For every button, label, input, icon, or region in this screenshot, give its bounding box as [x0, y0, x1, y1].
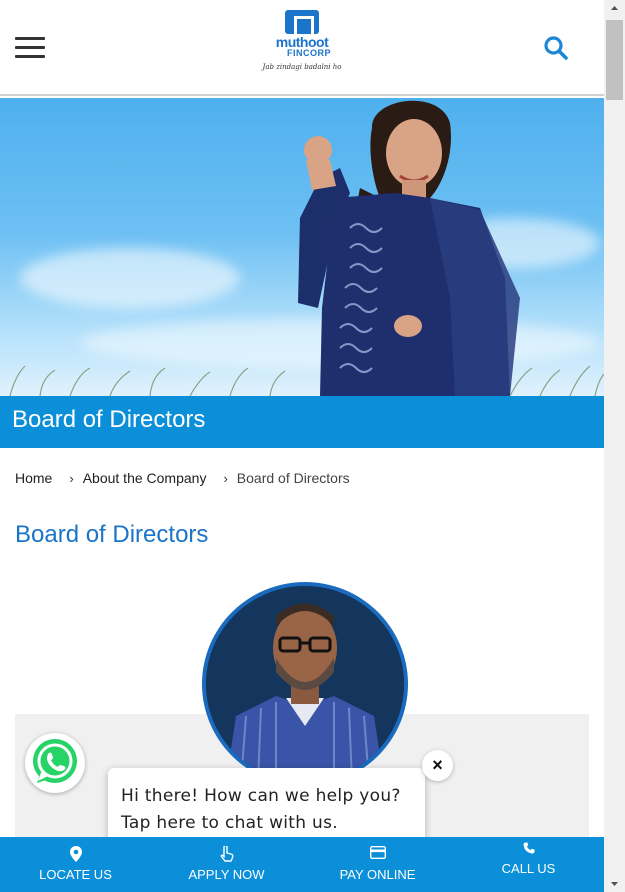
breadcrumb: Home › About the Company › Board of Dire… — [15, 470, 350, 486]
logo-brand-sub: FINCORP — [287, 48, 331, 58]
scroll-up-arrow-icon[interactable] — [604, 0, 625, 17]
menu-button[interactable] — [15, 37, 45, 59]
chat-prompt-text: Hi there! How can we help you? Tap here … — [121, 786, 401, 833]
apply-now-button[interactable]: APPLY NOW — [151, 837, 302, 892]
search-button[interactable] — [543, 35, 569, 61]
search-icon — [544, 36, 568, 60]
close-icon: × — [432, 755, 443, 775]
page-title-banner: Board of Directors — [0, 396, 604, 448]
scroll-down-arrow-icon[interactable] — [604, 875, 625, 892]
chevron-right-icon: › — [69, 470, 74, 486]
hamburger-icon-bar — [15, 37, 45, 40]
hamburger-icon-bar — [15, 55, 45, 58]
logo-tagline: Jab zindagi badalni ho — [262, 63, 342, 71]
hand-pointer-icon — [151, 844, 302, 866]
call-us-label: CALL US — [501, 861, 556, 876]
breadcrumb-about-link[interactable]: About the Company — [83, 470, 207, 486]
call-us-button[interactable]: CALL US — [453, 837, 604, 892]
hero-banner-image — [0, 98, 604, 396]
credit-card-icon — [302, 845, 453, 866]
page: muthoot FINCORP Jab zindagi badalni ho B… — [0, 0, 604, 892]
hamburger-icon-bar — [15, 46, 45, 49]
logo-icon — [285, 10, 319, 37]
scrollbar-thumb[interactable] — [606, 20, 623, 100]
director-portrait — [206, 586, 404, 782]
hero-person-illustration — [298, 100, 520, 396]
locate-us-label: LOCATE US — [39, 867, 112, 882]
page-title: Board of Directors — [12, 406, 206, 433]
whatsapp-chat-button[interactable] — [25, 733, 85, 793]
director-photo[interactable] — [202, 582, 408, 786]
section-title: Board of Directors — [15, 521, 209, 548]
whatsapp-icon — [33, 739, 77, 783]
apply-now-label: APPLY NOW — [188, 867, 265, 882]
pay-online-label: PAY ONLINE — [339, 867, 416, 882]
chevron-right-icon: › — [223, 470, 228, 486]
brand-logo[interactable]: muthoot FINCORP Jab zindagi badalni ho — [262, 8, 342, 76]
hero-grass-decoration — [9, 365, 604, 396]
vertical-scrollbar[interactable] — [604, 0, 625, 892]
chat-close-button[interactable]: × — [422, 750, 453, 781]
chat-prompt-bubble[interactable]: Hi there! How can we help you? Tap here … — [108, 768, 425, 848]
phone-icon — [453, 841, 604, 861]
locate-us-button[interactable]: LOCATE US — [0, 837, 151, 892]
site-header: muthoot FINCORP Jab zindagi badalni ho — [0, 0, 604, 96]
pay-online-button[interactable]: PAY ONLINE — [302, 837, 453, 892]
bottom-action-bar: LOCATE US APPLY NOW PAY ONLINE CALL US — [0, 837, 604, 892]
location-pin-icon — [0, 846, 151, 866]
breadcrumb-home-link[interactable]: Home — [15, 470, 52, 486]
breadcrumb-current: Board of Directors — [236, 470, 350, 486]
